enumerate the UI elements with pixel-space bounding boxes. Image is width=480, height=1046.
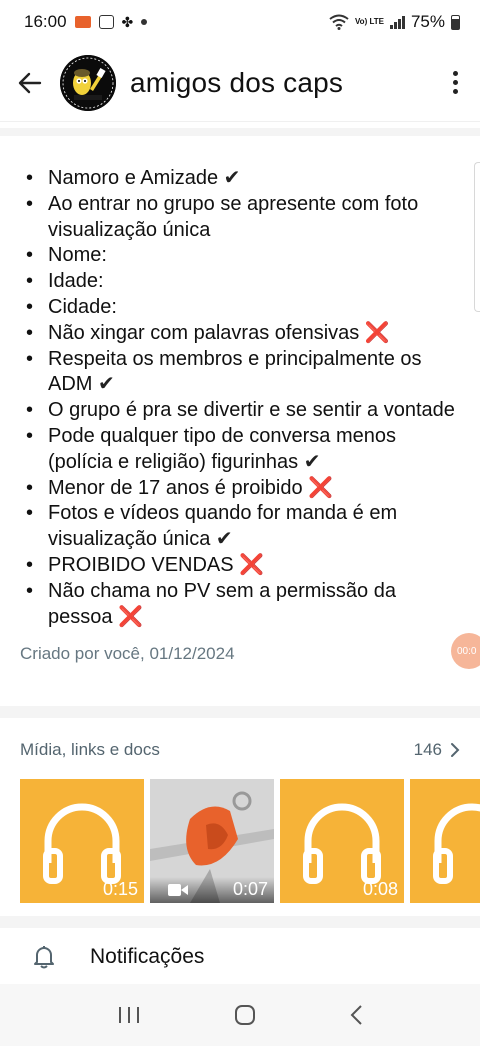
back-button[interactable] (0, 53, 60, 113)
scrollbar-thumb[interactable] (474, 162, 480, 312)
headphones-icon (433, 803, 480, 884)
check-mark-icon: ✔ (223, 167, 241, 189)
media-duration: 0:08 (362, 879, 398, 899)
notifications-row[interactable]: Notificações (0, 928, 480, 986)
rule-item: O grupo é pra se divertir e se sentir a … (20, 398, 460, 424)
media-duration: 0:07 (232, 879, 268, 899)
volte-icon: Vo) LTE (354, 17, 384, 26)
bell-icon (34, 946, 54, 969)
wifi-icon (329, 14, 349, 30)
group-title[interactable]: amigos dos caps (130, 67, 343, 99)
more-vert-icon (452, 71, 458, 76)
rule-text: Pode qualquer tipo de conversa menos (po… (48, 424, 397, 473)
rule-item: Menor de 17 anos é proibido ❌ (20, 476, 460, 502)
media-thumb-audio[interactable]: 0:15 (20, 779, 144, 903)
rule-item: Cidade: (20, 295, 460, 321)
rule-item: Pode qualquer tipo de conversa menos (po… (20, 424, 460, 476)
more-options-button[interactable] (430, 53, 480, 113)
check-mark-icon: ✔ (215, 528, 233, 551)
more-notifications-dot-icon (141, 19, 148, 25)
check-mark-icon: ✔ (98, 373, 115, 396)
group-avatar[interactable] (60, 54, 116, 111)
media-thumb-audio[interactable]: 0:08 (280, 779, 404, 903)
section-divider (0, 706, 480, 718)
rule-text: PROIBIDO VENDAS (48, 553, 234, 576)
rule-item: Fotos e vídeos quando for manda é em vis… (20, 501, 460, 553)
recent-apps-icon[interactable] (117, 1006, 141, 1024)
video-camera-icon (168, 884, 188, 896)
media-links-docs-section[interactable]: Mídia, links e docs 146 0:15 0:07 0:08 (0, 718, 480, 916)
media-thumb-video[interactable]: 0:07 (150, 779, 274, 903)
arrow-left-icon (18, 72, 42, 93)
group-description-card[interactable]: Namoro e Amizade ✔Ao entrar no grupo se … (0, 128, 480, 706)
rule-text: Cidade: (48, 295, 117, 318)
floating-call-timer[interactable]: 00:0 (451, 633, 480, 669)
cross-mark-icon: ❌ (118, 605, 143, 628)
cross-mark-icon: ❌ (239, 553, 265, 576)
group-avatar-picture-icon (60, 54, 116, 111)
rule-text: Não xingar com palavras ofensivas (48, 321, 360, 344)
signal-icon (389, 15, 405, 29)
screen-record-icon (74, 16, 91, 28)
media-thumbnails-strip: 0:15 0:07 0:08 (20, 779, 480, 903)
rule-text: Idade: (48, 270, 104, 293)
rule-text: O grupo é pra se divertir e se sentir a … (48, 399, 455, 422)
cross-mark-icon: ❌ (364, 321, 390, 344)
rule-item: Respeita os membros e principalmente os … (20, 347, 460, 399)
rule-text: Menor de 17 anos é proibido (48, 476, 303, 499)
created-by-label: Criado por você, 01/12/2024 (20, 644, 235, 664)
system-navigation-bar (0, 984, 480, 1046)
group-rules-list: Namoro e Amizade ✔Ao entrar no grupo se … (20, 166, 460, 630)
check-mark-icon: ✔ (303, 450, 321, 473)
rule-text: Nome: (48, 244, 107, 267)
battery-icon (451, 14, 460, 30)
battery-percent: 75% (410, 12, 445, 31)
chat-info-header: amigos dos caps (0, 44, 480, 122)
system-back-icon[interactable] (349, 1004, 363, 1026)
rule-text: Namoro e Amizade (48, 167, 219, 189)
media-title: Mídia, links e docs (20, 740, 160, 759)
status-time: 16:00 (24, 12, 67, 31)
rule-item: Idade: (20, 269, 460, 295)
media-count[interactable]: 146 (414, 740, 460, 760)
rule-item: Não xingar com palavras ofensivas ❌ (20, 321, 460, 347)
rule-item: Nome: (20, 243, 460, 269)
rule-item: PROIBIDO VENDAS ❌ (20, 553, 460, 579)
rule-item: Namoro e Amizade ✔ (20, 166, 460, 192)
rule-text: Não chama no PV sem a permissão da pesso… (48, 579, 396, 628)
media-thumb-audio[interactable] (410, 779, 480, 903)
app-notification-icon (98, 15, 114, 29)
home-icon[interactable] (234, 1004, 256, 1026)
rule-item: Não chama no PV sem a permissão da pesso… (20, 579, 460, 631)
fan-icon: ✤ (121, 13, 134, 30)
rule-item: Ao entrar no grupo se apresente com foto… (20, 192, 460, 244)
notifications-label: Notificações (90, 945, 205, 968)
cross-mark-icon: ❌ (308, 476, 334, 499)
section-divider (0, 916, 480, 928)
status-bar: 16:00 ✤ Vo) LTE 75% (0, 0, 480, 44)
media-header[interactable]: Mídia, links e docs 146 (20, 740, 460, 760)
rule-text: Ao entrar no grupo se apresente com foto… (48, 192, 419, 241)
media-duration: 0:15 (102, 879, 138, 899)
chevron-right-icon (451, 743, 460, 757)
